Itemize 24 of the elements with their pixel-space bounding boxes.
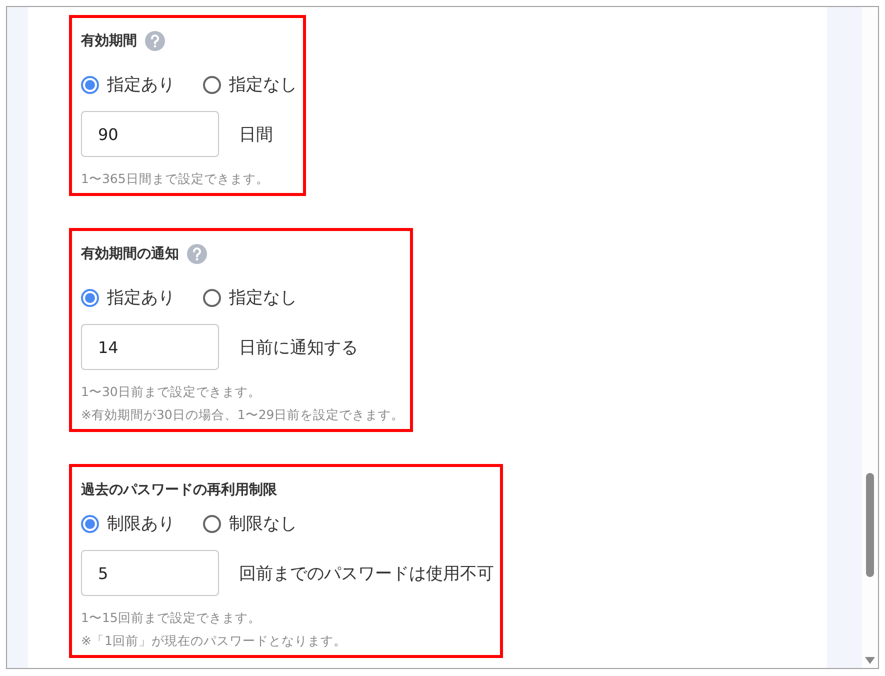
radio-option[interactable]: 制限あり — [81, 512, 175, 535]
section-title: 有効期間の通知 — [81, 245, 179, 263]
number-input[interactable]: 90 — [81, 111, 219, 157]
scroll-down-icon[interactable] — [865, 657, 875, 664]
number-input[interactable]: 14 — [81, 324, 219, 370]
unit-label: 日前に通知する — [239, 336, 358, 358]
hint-text: 1〜30日前まで設定できます。 — [81, 384, 262, 401]
number-input[interactable]: 5 — [81, 550, 219, 596]
help-icon[interactable] — [187, 244, 207, 264]
radio-option[interactable]: 指定あり — [81, 286, 175, 309]
hint-text: 1〜365日間まで設定できます。 — [81, 171, 269, 188]
radio-option[interactable]: 指定なし — [203, 286, 297, 309]
section-title: 過去のパスワードの再利用制限 — [81, 481, 277, 499]
radio-option[interactable]: 制限なし — [203, 512, 297, 535]
section-title: 有効期間 — [81, 32, 137, 50]
unit-label: 回前までのパスワードは使用不可 — [239, 562, 494, 584]
hint-text: 1〜15回前まで設定できます。 — [81, 610, 262, 627]
radio-option[interactable]: 指定あり — [81, 73, 175, 96]
scrollbar-thumb[interactable] — [866, 473, 874, 577]
hint-text: ※「1回前」が現在のパスワードとなります。 — [81, 633, 346, 650]
help-icon[interactable] — [145, 31, 165, 51]
unit-label: 日間 — [239, 124, 273, 146]
hint-text: ※有効期間が30日の場合、1〜29日前を設定できます。 — [81, 407, 404, 424]
radio-option[interactable]: 指定なし — [203, 73, 297, 96]
